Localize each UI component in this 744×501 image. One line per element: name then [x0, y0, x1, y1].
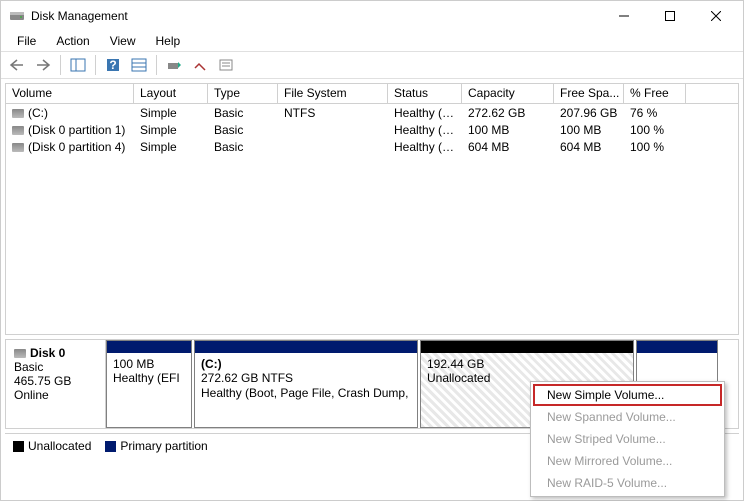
- col-header-status[interactable]: Status: [388, 84, 462, 103]
- context-menu-item: New Spanned Volume...: [533, 406, 722, 428]
- volume-icon: [12, 126, 24, 135]
- disk-type: Basic: [14, 360, 43, 374]
- volume-rows: (C:)SimpleBasicNTFSHealthy (B...272.62 G…: [6, 104, 738, 155]
- legend-unallocated: Unallocated: [13, 439, 91, 453]
- forward-button[interactable]: [31, 54, 55, 76]
- minimize-button[interactable]: [601, 1, 647, 31]
- context-menu-item: New Mirrored Volume...: [533, 450, 722, 472]
- title-bar: Disk Management: [1, 1, 743, 31]
- properties-button[interactable]: [214, 54, 238, 76]
- partition-color-bar: [107, 341, 191, 353]
- menu-action[interactable]: Action: [46, 32, 99, 50]
- volume-row[interactable]: (Disk 0 partition 4)SimpleBasicHealthy (…: [6, 138, 738, 155]
- legend-swatch-black: [13, 441, 24, 452]
- toolbar-separator: [156, 55, 157, 75]
- help-button[interactable]: ?: [101, 54, 125, 76]
- disk-icon: [14, 349, 26, 358]
- close-button[interactable]: [693, 1, 739, 31]
- col-header-spacer: [686, 84, 738, 103]
- maximize-button[interactable]: [647, 1, 693, 31]
- legend-swatch-navy: [105, 441, 116, 452]
- show-hide-console-tree-button[interactable]: [66, 54, 90, 76]
- partition[interactable]: (C:)272.62 GB NTFSHealthy (Boot, Page Fi…: [194, 340, 418, 428]
- col-header-volume[interactable]: Volume: [6, 84, 134, 103]
- context-menu: New Simple Volume...New Spanned Volume..…: [530, 381, 725, 497]
- menu-file[interactable]: File: [7, 32, 46, 50]
- context-menu-item: New Striped Volume...: [533, 428, 722, 450]
- col-header-type[interactable]: Type: [208, 84, 278, 103]
- volume-row[interactable]: (Disk 0 partition 1)SimpleBasicHealthy (…: [6, 121, 738, 138]
- back-button[interactable]: [5, 54, 29, 76]
- refresh-button[interactable]: [162, 54, 186, 76]
- disk-name: Disk 0: [30, 346, 65, 360]
- col-header-free[interactable]: Free Spa...: [554, 84, 624, 103]
- partition-body: 100 MBHealthy (EFI: [107, 353, 191, 427]
- menu-view[interactable]: View: [100, 32, 146, 50]
- volume-icon: [12, 143, 24, 152]
- legend-primary: Primary partition: [105, 439, 207, 453]
- window-title: Disk Management: [31, 9, 601, 23]
- menu-help[interactable]: Help: [146, 32, 191, 50]
- partition-color-bar: [421, 341, 633, 353]
- app-icon: [9, 8, 25, 24]
- menu-bar: File Action View Help: [1, 31, 743, 51]
- volume-list-header: Volume Layout Type File System Status Ca…: [6, 84, 738, 104]
- svg-text:?: ?: [109, 58, 116, 72]
- volume-icon: [12, 109, 24, 118]
- col-header-pct-free[interactable]: % Free: [624, 84, 686, 103]
- disk-size: 465.75 GB: [14, 374, 71, 388]
- volume-row[interactable]: (C:)SimpleBasicNTFSHealthy (B...272.62 G…: [6, 104, 738, 121]
- toolbar: ?: [1, 51, 743, 79]
- volume-list: Volume Layout Type File System Status Ca…: [5, 83, 739, 335]
- partition-body: (C:)272.62 GB NTFSHealthy (Boot, Page Fi…: [195, 353, 417, 427]
- col-header-filesystem[interactable]: File System: [278, 84, 388, 103]
- partition-color-bar: [195, 341, 417, 353]
- rescan-disks-button[interactable]: [188, 54, 212, 76]
- col-header-capacity[interactable]: Capacity: [462, 84, 554, 103]
- disk-state: Online: [14, 388, 49, 402]
- col-header-layout[interactable]: Layout: [134, 84, 208, 103]
- toolbar-separator: [95, 55, 96, 75]
- partition-color-bar: [637, 341, 717, 353]
- toolbar-separator: [60, 55, 61, 75]
- context-menu-item: New RAID-5 Volume...: [533, 472, 722, 494]
- partition[interactable]: 100 MBHealthy (EFI: [106, 340, 192, 428]
- context-menu-item[interactable]: New Simple Volume...: [533, 384, 722, 406]
- disk-label-pane[interactable]: Disk 0 Basic 465.75 GB Online: [6, 340, 106, 428]
- settings-button[interactable]: [127, 54, 151, 76]
